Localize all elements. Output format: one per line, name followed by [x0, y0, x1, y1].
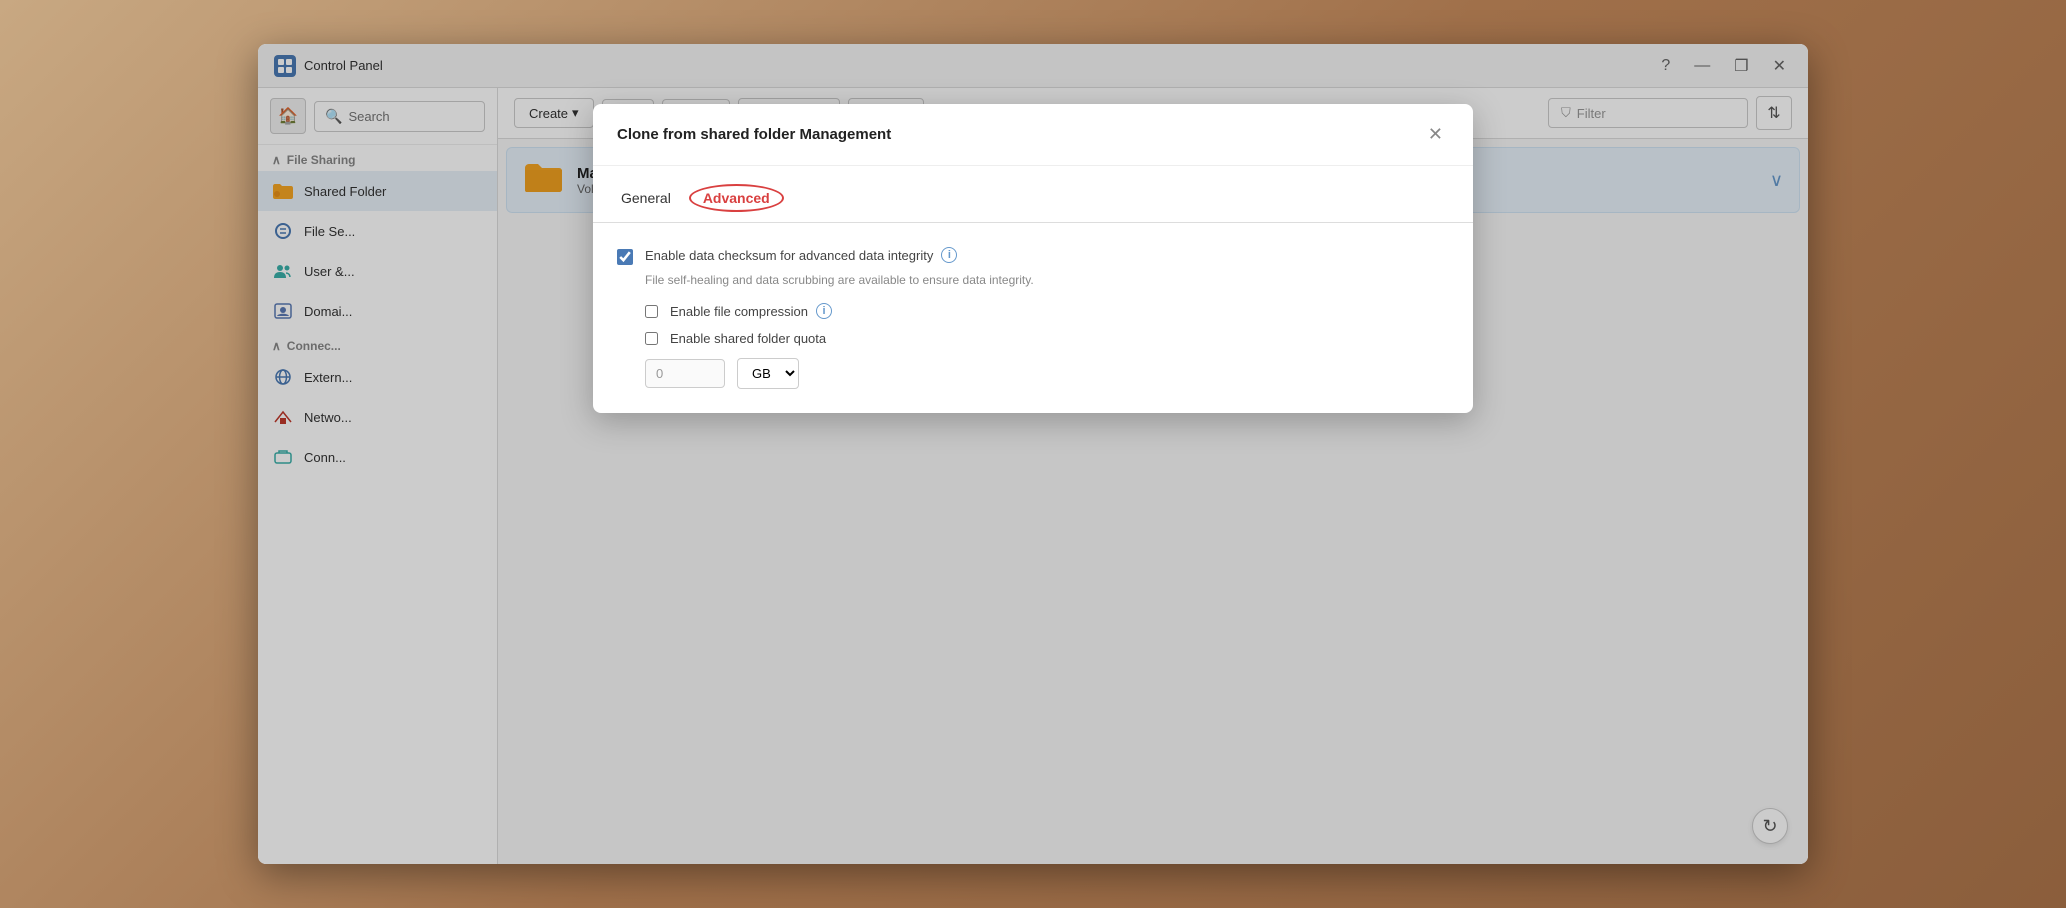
- checksum-checkbox[interactable]: [617, 249, 633, 265]
- quota-label: Enable shared folder quota: [670, 331, 826, 346]
- checksum-label: Enable data checksum for advanced data i…: [645, 247, 957, 263]
- advanced-tab-label: Advanced: [703, 190, 770, 206]
- checksum-info-icon[interactable]: i: [941, 247, 957, 263]
- main-window: Control Panel ? — ❐ ✕ 🏠 🔍 ∧ File Sharing: [258, 44, 1808, 864]
- compression-row: Enable file compression i: [645, 303, 1449, 319]
- clone-modal: Clone from shared folder Management ✕ Ge…: [593, 104, 1473, 413]
- compression-checkbox[interactable]: [645, 305, 658, 318]
- quota-input-row: GB TB MB: [645, 358, 1449, 389]
- modal-header: Clone from shared folder Management ✕: [593, 104, 1473, 166]
- modal-tabs: General Advanced: [593, 166, 1473, 223]
- compression-label: Enable file compression i: [670, 303, 832, 319]
- quota-row: Enable shared folder quota: [645, 331, 1449, 346]
- quota-checkbox[interactable]: [645, 332, 658, 345]
- quota-unit-select[interactable]: GB TB MB: [737, 358, 799, 389]
- modal-overlay: Clone from shared folder Management ✕ Ge…: [258, 44, 1808, 864]
- tab-general[interactable]: General: [617, 182, 675, 222]
- modal-body: Enable data checksum for advanced data i…: [593, 223, 1473, 413]
- checksum-row: Enable data checksum for advanced data i…: [617, 247, 1449, 265]
- quota-value-input[interactable]: [645, 359, 725, 388]
- modal-title: Clone from shared folder Management: [617, 126, 891, 143]
- tab-advanced[interactable]: Advanced: [699, 182, 774, 222]
- compression-info-icon[interactable]: i: [816, 303, 832, 319]
- checksum-sub-text: File self-healing and data scrubbing are…: [645, 273, 1449, 287]
- modal-close-button[interactable]: ✕: [1422, 122, 1449, 147]
